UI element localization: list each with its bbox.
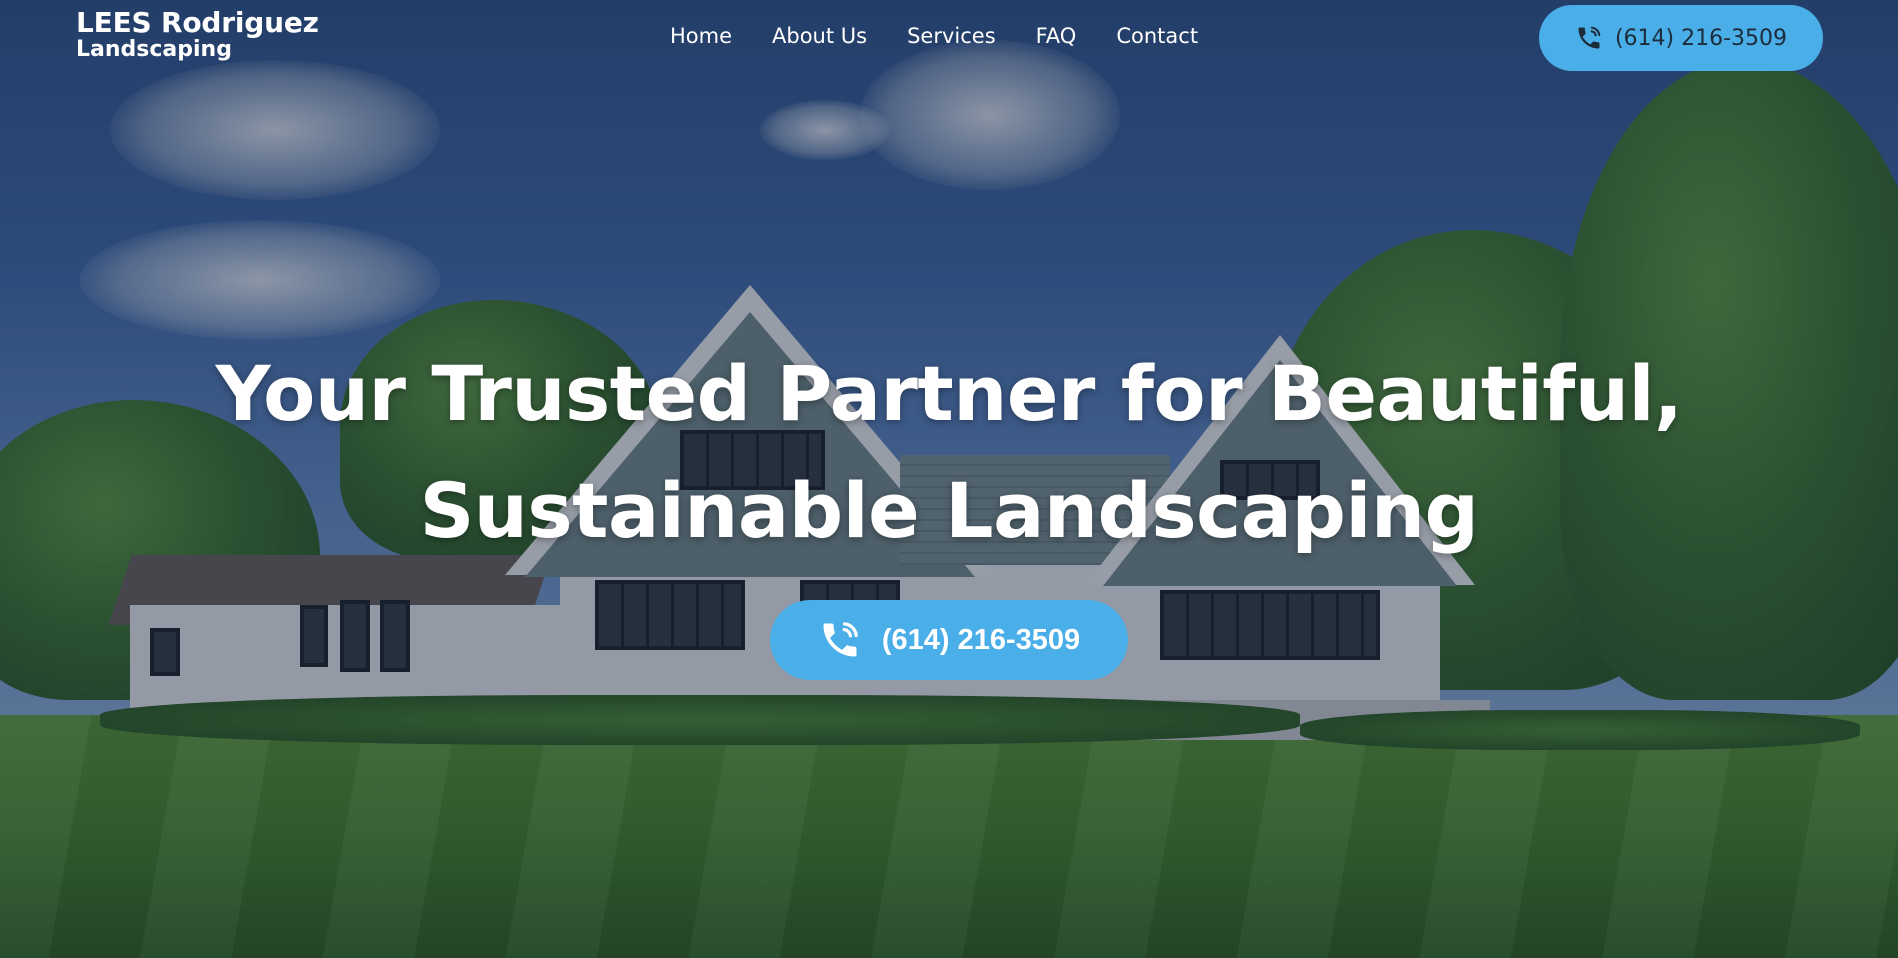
hero-section: LEES Rodriguez Landscaping Home About Us… bbox=[0, 0, 1898, 958]
hero-headline: Your Trusted Partner for Beautiful, Sust… bbox=[0, 335, 1898, 569]
logo-text-line1: LEES Rodriguez bbox=[76, 6, 319, 39]
nav-link-services[interactable]: Services bbox=[907, 24, 996, 48]
hero-call-button[interactable]: (614) 216-3509 bbox=[770, 600, 1128, 680]
hero-headline-line1: Your Trusted Partner for Beautiful, bbox=[215, 349, 1683, 438]
main-nav: Home About Us Services FAQ Contact bbox=[670, 24, 1198, 48]
nav-link-about-us[interactable]: About Us bbox=[772, 24, 867, 48]
phone-icon bbox=[1575, 24, 1603, 52]
nav-link-contact[interactable]: Contact bbox=[1116, 24, 1198, 48]
header-call-button[interactable]: (614) 216-3509 bbox=[1539, 5, 1823, 71]
phone-icon bbox=[818, 618, 862, 662]
hero-call-button-label: (614) 216-3509 bbox=[881, 623, 1081, 656]
header-call-button-label: (614) 216-3509 bbox=[1614, 25, 1788, 51]
logo-text-line2: Landscaping bbox=[76, 37, 232, 62]
site-header: LEES Rodriguez Landscaping Home About Us… bbox=[0, 0, 1898, 80]
nav-link-home[interactable]: Home bbox=[670, 24, 732, 48]
nav-link-faq[interactable]: FAQ bbox=[1036, 24, 1077, 48]
site-logo[interactable]: LEES Rodriguez Landscaping bbox=[76, 9, 319, 61]
hero-headline-line2: Sustainable Landscaping bbox=[419, 466, 1479, 555]
